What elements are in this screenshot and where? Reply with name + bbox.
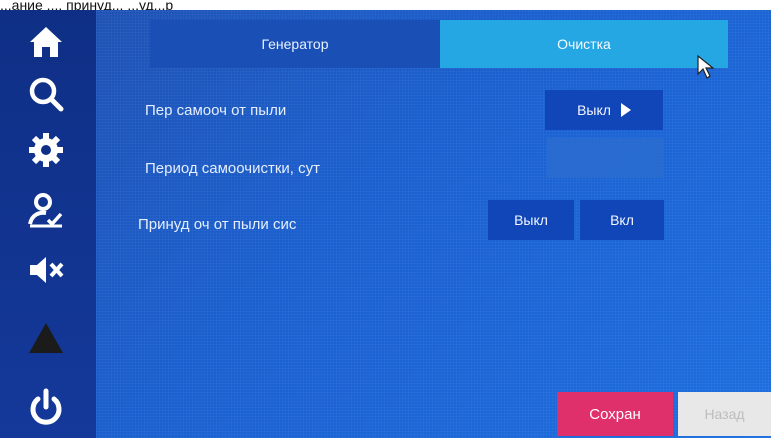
cleaning-period-label: Период самоочистки, сут	[145, 160, 320, 177]
back-button[interactable]: Назад	[678, 392, 771, 436]
cleaning-period-field[interactable]	[547, 138, 663, 178]
warning-icon	[29, 323, 63, 353]
search-icon	[29, 77, 64, 112]
self-cleaning-toggle[interactable]: Выкл	[545, 90, 663, 130]
save-button[interactable]: Сохран	[557, 392, 673, 436]
sound-button[interactable]	[22, 246, 70, 294]
power-button[interactable]	[22, 384, 70, 432]
user-check-icon	[28, 193, 63, 228]
forced-cleaning-off-button[interactable]: Выкл	[488, 200, 574, 240]
tab-bar: Генератор Очистка	[150, 20, 728, 68]
home-icon	[30, 27, 62, 57]
power-icon	[30, 388, 62, 425]
search-button[interactable]	[22, 70, 70, 118]
top-caption: ...ание ..., принуд... ...уд...р	[0, 0, 771, 10]
forced-cleaning-label: Принуд оч от пыли сис	[138, 216, 297, 233]
settings-button[interactable]	[22, 126, 70, 174]
play-triangle-icon	[620, 103, 631, 117]
tab-generator[interactable]: Генератор	[150, 20, 440, 68]
gear-icon	[29, 133, 63, 167]
self-cleaning-label: Пер самооч от пыли	[145, 102, 287, 119]
self-cleaning-value: Выкл	[577, 102, 611, 118]
mouse-cursor-icon	[697, 54, 715, 79]
home-button[interactable]	[22, 18, 70, 66]
mute-icon	[30, 257, 64, 283]
sidebar	[0, 10, 96, 438]
forced-cleaning-on-button[interactable]: Вкл	[580, 200, 664, 240]
user-button[interactable]	[22, 186, 70, 234]
alarm-button[interactable]	[22, 314, 70, 362]
app-screen: Генератор Очистка Пер самооч от пыли Вык…	[0, 10, 771, 438]
tab-cleaning[interactable]: Очистка	[440, 20, 728, 68]
